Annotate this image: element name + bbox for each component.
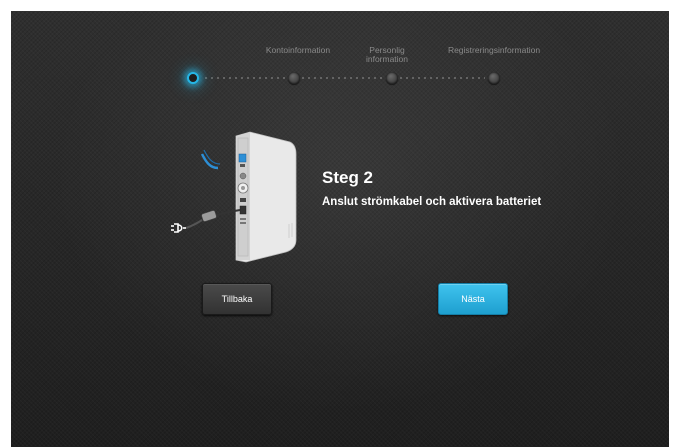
power-port-icon [239,205,247,215]
step-title: Steg 2 [322,168,374,187]
plug-symbol-icon [171,223,186,233]
step-description: Anslut strömkabel och aktivera batteriet [322,196,542,208]
progress-step-current [187,72,199,84]
ethernet-port-icon [238,153,247,163]
step-label-account: Kontoinformation [265,45,331,55]
progress-connector [203,77,285,79]
progress-step-registration [488,72,500,84]
progress-step-personal [386,72,398,84]
next-button[interactable]: Nästa [438,283,508,315]
wizard-progress: Kontoinformation Personlig information R… [0,0,680,120]
progress-step-account [288,72,300,84]
progress-connector [300,77,383,79]
back-button[interactable]: Tillbaka [202,283,272,315]
progress-connector [398,77,485,79]
network-cable-icon [200,153,219,170]
step-label-personal: Personlig information [355,46,419,64]
power-plug-icon [201,210,217,222]
step-label-registration: Registreringsinformation [447,45,541,55]
step-label-personal-line2: information [365,54,409,64]
router-power-cable-icon [171,131,297,263]
